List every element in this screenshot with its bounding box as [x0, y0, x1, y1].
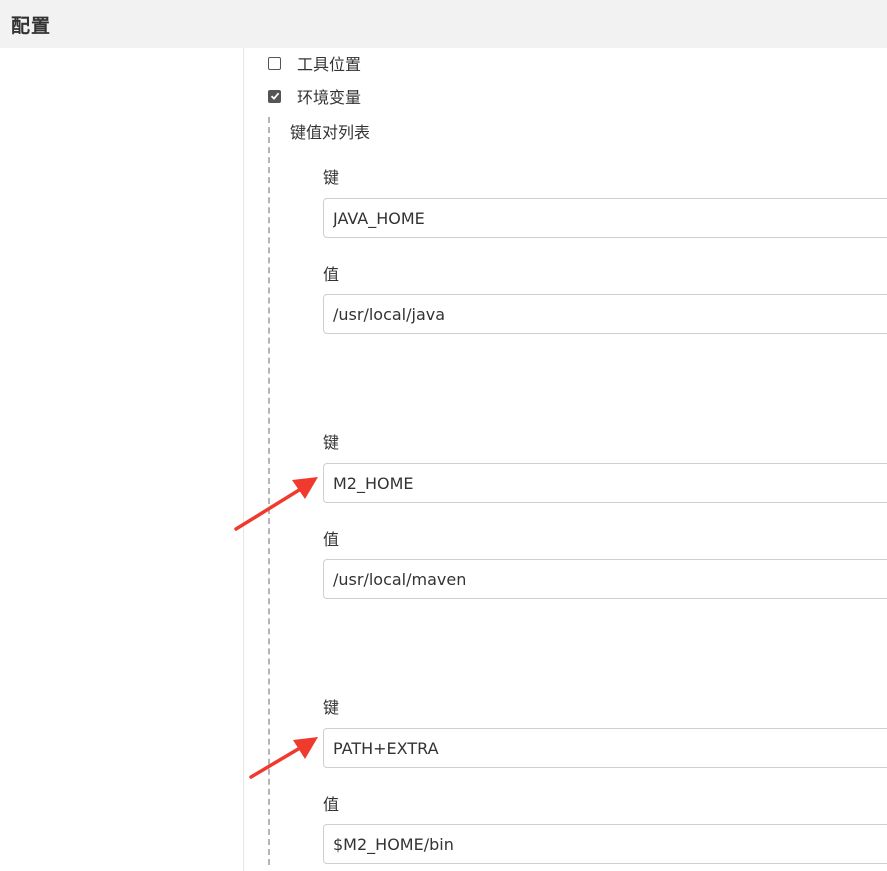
tool-location-label: 工具位置 — [297, 55, 362, 74]
checkmark-icon — [270, 92, 279, 100]
env-vars-label: 环境变量 — [297, 88, 362, 107]
key-value-list-title: 键值对列表 — [290, 123, 371, 142]
env-value-label: 值 — [323, 530, 340, 549]
env-value-input[interactable] — [323, 824, 887, 864]
page-title: 配置 — [11, 15, 52, 37]
env-value-input[interactable] — [323, 294, 887, 334]
env-key-input[interactable] — [323, 198, 887, 238]
annotation-arrow-icon — [249, 737, 318, 779]
nested-section-guide — [268, 117, 270, 865]
env-key-label: 键 — [323, 698, 340, 717]
env-key-label: 键 — [323, 433, 340, 452]
env-value-label: 值 — [323, 795, 340, 814]
env-vars-checkbox[interactable] — [268, 89, 281, 103]
env-value-label: 值 — [323, 265, 340, 284]
env-key-input[interactable] — [323, 728, 887, 768]
env-key-input[interactable] — [323, 463, 887, 503]
tool-location-option[interactable]: 工具位置 — [268, 52, 361, 74]
page-header: 配置 — [0, 0, 887, 48]
env-value-input[interactable] — [323, 559, 887, 599]
sidebar-divider — [243, 48, 244, 871]
tool-location-checkbox[interactable] — [268, 56, 281, 70]
annotation-arrow-icon — [234, 477, 318, 531]
env-vars-option[interactable]: 环境变量 — [268, 85, 361, 107]
env-key-label: 键 — [323, 168, 340, 187]
